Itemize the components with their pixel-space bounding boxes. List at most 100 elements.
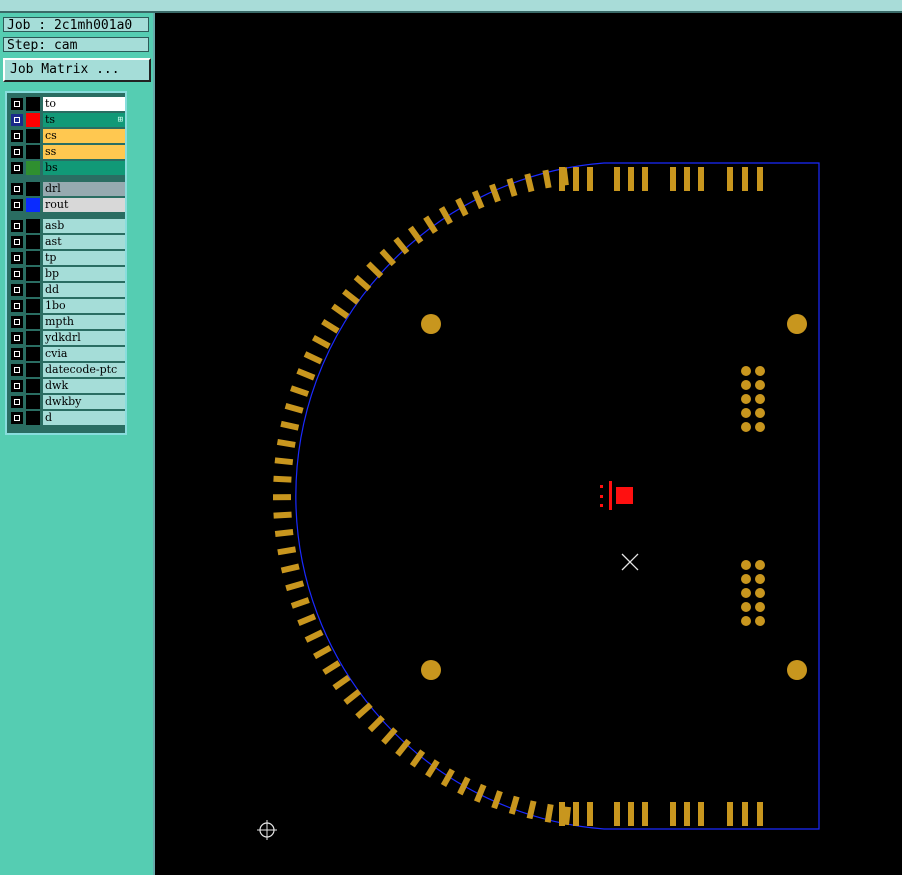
- layer-row-ts[interactable]: ts ⊞: [9, 113, 125, 127]
- layer-color-swatch[interactable]: [26, 379, 40, 393]
- layer-name[interactable]: 1bo: [43, 299, 125, 313]
- layer-checkbox[interactable]: [11, 252, 23, 264]
- layer-color-swatch[interactable]: [26, 129, 40, 143]
- layer-name[interactable]: dwk: [43, 379, 125, 393]
- edge-pad: [367, 715, 385, 733]
- edge-pad: [407, 225, 424, 244]
- layer-name[interactable]: drl: [43, 182, 125, 196]
- layer-row-cs[interactable]: cs: [9, 129, 125, 143]
- layer-color-swatch[interactable]: [26, 198, 40, 212]
- layer-row-1bo[interactable]: 1bo: [9, 299, 125, 313]
- layer-row-dwkby[interactable]: dwkby: [9, 395, 125, 409]
- layer-checkbox[interactable]: [11, 316, 23, 328]
- layer-row-mpth[interactable]: mpth: [9, 315, 125, 329]
- layer-name[interactable]: cs: [43, 129, 125, 143]
- layer-color-swatch[interactable]: [26, 161, 40, 175]
- edge-pad: [757, 802, 763, 826]
- edge-pad: [438, 206, 453, 225]
- edge-pad: [542, 169, 552, 189]
- layer-name[interactable]: rout: [43, 198, 125, 212]
- layer-checkbox[interactable]: [11, 183, 23, 195]
- layer-color-swatch[interactable]: [26, 299, 40, 313]
- layer-checkbox[interactable]: [11, 380, 23, 392]
- layer-checkbox[interactable]: [11, 284, 23, 296]
- layer-row-bs[interactable]: bs: [9, 161, 125, 175]
- layer-name[interactable]: asb: [43, 219, 125, 233]
- layer-row-datecode-ptc[interactable]: datecode-ptc: [9, 363, 125, 377]
- layer-color-swatch[interactable]: [26, 97, 40, 111]
- layer-checkbox[interactable]: [11, 98, 23, 110]
- grid-pad: [741, 380, 751, 390]
- layer-name[interactable]: cvia: [43, 347, 125, 361]
- layer-row-dd[interactable]: dd: [9, 283, 125, 297]
- layer-checkbox[interactable]: [11, 220, 23, 232]
- layer-row-ss[interactable]: ss: [9, 145, 125, 159]
- layer-name[interactable]: ydkdrl: [43, 331, 125, 345]
- layer-row-tp[interactable]: tp: [9, 251, 125, 265]
- graphics-canvas[interactable]: [157, 13, 902, 875]
- layer-name[interactable]: dwkby: [43, 395, 125, 409]
- layer-row-d[interactable]: d: [9, 411, 125, 425]
- layer-color-swatch[interactable]: [26, 315, 40, 329]
- layer-checkbox[interactable]: [11, 364, 23, 376]
- layer-row-to[interactable]: to: [9, 97, 125, 111]
- layer-checkbox[interactable]: [11, 332, 23, 344]
- layer-color-swatch[interactable]: [26, 363, 40, 377]
- edge-pad: [321, 319, 340, 334]
- layer-checkbox[interactable]: [11, 412, 23, 424]
- layer-name[interactable]: bp: [43, 267, 125, 281]
- edge-pad: [393, 236, 410, 255]
- layer-checkbox[interactable]: [11, 199, 23, 211]
- layer-checkbox[interactable]: [11, 162, 23, 174]
- edge-pad: [284, 403, 304, 414]
- edge-pad: [698, 802, 704, 826]
- grid-pad: [741, 394, 751, 404]
- edge-pad: [304, 629, 324, 643]
- layer-checkbox[interactable]: [11, 130, 23, 142]
- layer-checkbox[interactable]: [11, 114, 23, 126]
- edge-pad: [727, 167, 733, 191]
- layer-row-ast[interactable]: ast: [9, 235, 125, 249]
- layer-name[interactable]: ts: [43, 113, 125, 127]
- layer-color-swatch[interactable]: [26, 145, 40, 159]
- layer-name[interactable]: to: [43, 97, 125, 111]
- layer-checkbox[interactable]: [11, 268, 23, 280]
- layer-color-swatch[interactable]: [26, 347, 40, 361]
- layer-name[interactable]: mpth: [43, 315, 125, 329]
- layer-color-swatch[interactable]: [26, 251, 40, 265]
- layer-color-swatch[interactable]: [26, 283, 40, 297]
- layer-row-asb[interactable]: asb: [9, 219, 125, 233]
- layer-checkbox[interactable]: [11, 146, 23, 158]
- layer-checkbox[interactable]: [11, 300, 23, 312]
- layer-name[interactable]: ast: [43, 235, 125, 249]
- edge-pad: [274, 529, 294, 537]
- layer-row-rout[interactable]: rout: [9, 198, 125, 212]
- layer-row-drl[interactable]: drl: [9, 182, 125, 196]
- layer-color-swatch[interactable]: [26, 331, 40, 345]
- job-matrix-button[interactable]: Job Matrix ...: [3, 58, 151, 82]
- board-view[interactable]: [157, 13, 902, 875]
- layer-checkbox[interactable]: [11, 396, 23, 408]
- layer-color-swatch[interactable]: [26, 182, 40, 196]
- layer-color-swatch[interactable]: [26, 235, 40, 249]
- layer-color-swatch[interactable]: [26, 219, 40, 233]
- layer-checkbox[interactable]: [11, 348, 23, 360]
- layer-name[interactable]: bs: [43, 161, 125, 175]
- layer-name[interactable]: dd: [43, 283, 125, 297]
- layer-name[interactable]: d: [43, 411, 125, 425]
- layer-color-swatch[interactable]: [26, 395, 40, 409]
- edge-pad: [343, 688, 362, 705]
- layer-row-bp[interactable]: bp: [9, 267, 125, 281]
- layer-row-ydkdrl[interactable]: ydkdrl: [9, 331, 125, 345]
- layer-color-swatch[interactable]: [26, 411, 40, 425]
- layer-color-swatch[interactable]: [26, 267, 40, 281]
- layer-color-swatch[interactable]: [26, 113, 40, 127]
- edge-pad: [573, 167, 579, 191]
- layer-checkbox[interactable]: [11, 236, 23, 248]
- layer-row-dwk[interactable]: dwk: [9, 379, 125, 393]
- edge-pad: [614, 802, 620, 826]
- layer-name[interactable]: tp: [43, 251, 125, 265]
- layer-name[interactable]: ss: [43, 145, 125, 159]
- layer-name[interactable]: datecode-ptc: [43, 363, 125, 377]
- layer-row-cvia[interactable]: cvia: [9, 347, 125, 361]
